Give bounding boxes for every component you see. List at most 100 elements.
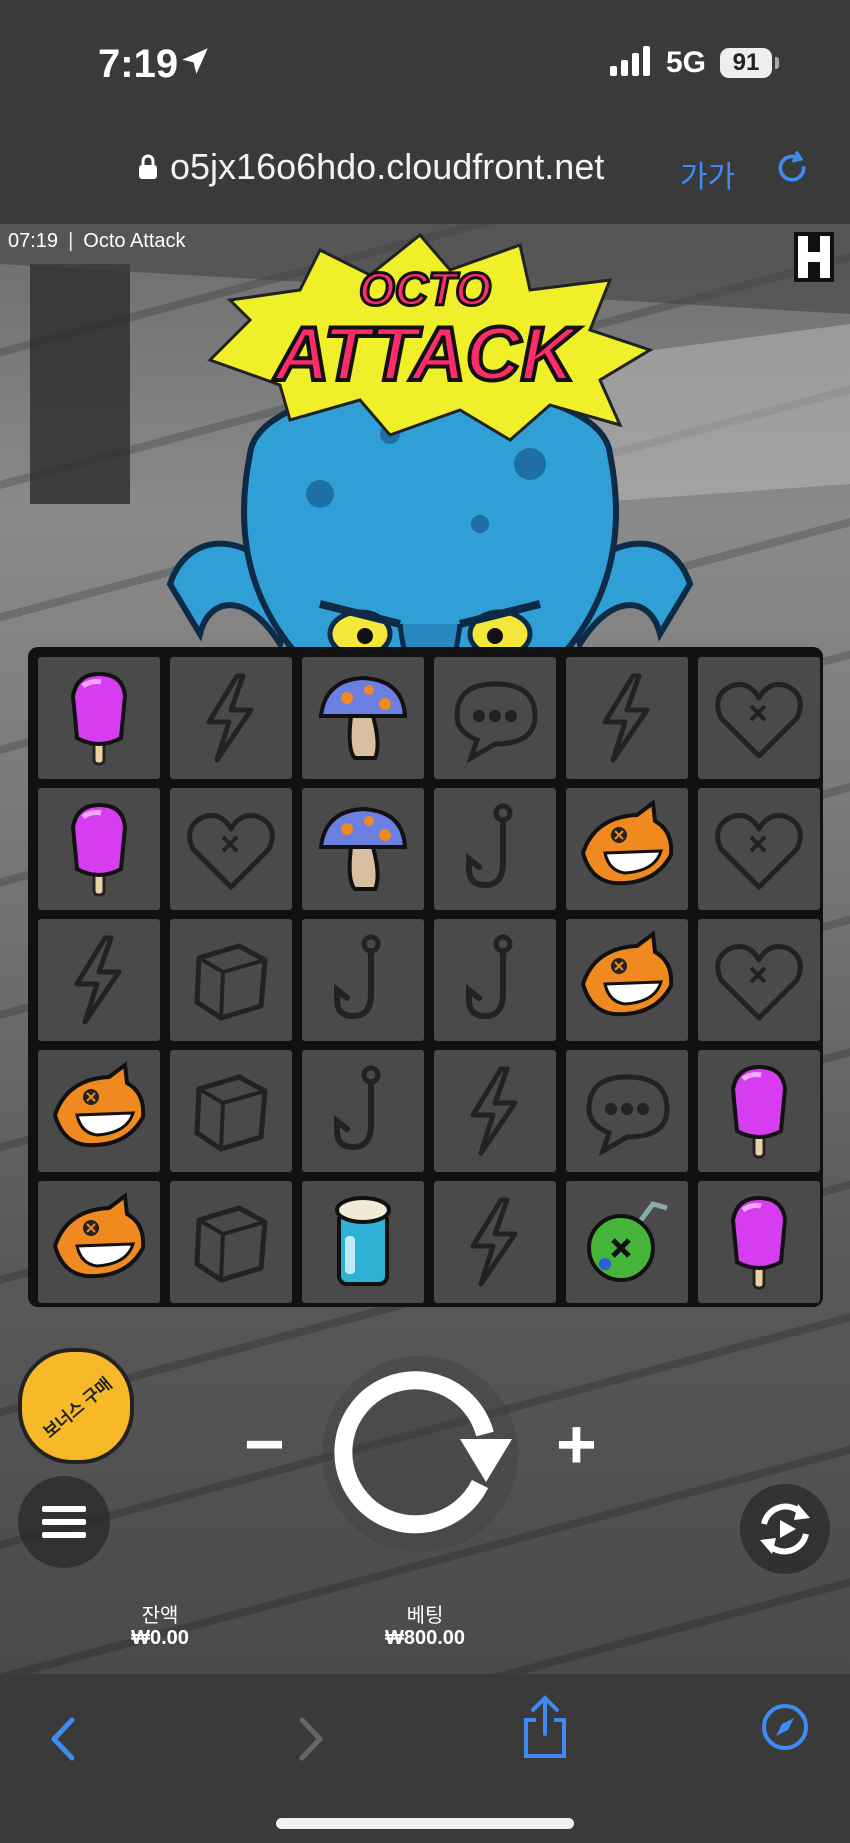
heart-icon [715, 944, 803, 1021]
bonus-buy-button[interactable]: 보너스 구매 [18, 1348, 134, 1464]
lock-icon [139, 154, 157, 179]
url-text[interactable]: o5jx16o6hdo.cloudfront.net [170, 146, 604, 188]
ios-status-bar: 7:19 5G 91 [0, 0, 850, 120]
popsicle-icon [730, 1064, 788, 1159]
network-type: 5G [666, 46, 707, 79]
reel-cell [698, 919, 820, 1041]
mushroom-icon [318, 806, 408, 891]
location-arrow-icon [182, 48, 208, 74]
hamburger-icon [42, 1506, 86, 1538]
reel-cell [434, 1050, 556, 1172]
reel-grid [28, 647, 823, 1307]
reel-cell [566, 657, 688, 779]
status-time: 7:19 [98, 42, 179, 86]
cellular-signal-icon [610, 46, 650, 76]
reel-cell [302, 788, 424, 910]
hud-bar: 07:19 | Octo Attack [8, 230, 186, 252]
home-indicator [276, 1818, 574, 1829]
reel-cell [302, 1181, 424, 1303]
hacksaw-logo-icon [794, 232, 834, 282]
octo-attack-logo: OCTO ATTACK [207, 232, 654, 442]
reel-cell [302, 657, 424, 779]
reel-cell [698, 788, 820, 910]
heart-icon [715, 682, 803, 759]
reel-cell [38, 657, 160, 779]
reel-cell [566, 1050, 688, 1172]
reel-cell [698, 657, 820, 779]
reel-cell [434, 788, 556, 910]
bolt-icon [74, 935, 122, 1025]
popsicle-icon [70, 671, 128, 766]
hook-icon [466, 803, 513, 889]
reel-cell [302, 1050, 424, 1172]
heart-icon [715, 813, 803, 890]
reel-cell [566, 1181, 688, 1303]
reel-cell [170, 657, 292, 779]
bet-value: ₩800.00 [384, 1627, 466, 1649]
reel-cell [170, 788, 292, 910]
autoplay-icon [760, 1503, 810, 1555]
game-canvas: 07:19|Octo Attack OCTO ATTACK 보너스 구매 − [0, 224, 850, 1674]
reel-cell [38, 788, 160, 910]
reel-cell [434, 657, 556, 779]
popsicle-icon [70, 802, 128, 897]
logo-text-octo: OCTO [359, 263, 491, 315]
game-title: Octo Attack [83, 230, 186, 252]
text-size-button[interactable]: 가가 [680, 152, 735, 196]
bolt-icon [470, 1197, 518, 1287]
shark-icon [580, 930, 674, 1017]
logo-text-attack: ATTACK [272, 312, 580, 397]
hook-icon [334, 934, 381, 1020]
reel-cell [38, 919, 160, 1041]
reel-cell [302, 919, 424, 1041]
menu-button[interactable] [18, 1476, 110, 1568]
reel-cell [38, 1181, 160, 1303]
hook-icon [334, 1065, 381, 1151]
cube-icon [194, 943, 268, 1021]
fish-bomb-icon [587, 1201, 668, 1282]
autoplay-button[interactable] [740, 1484, 830, 1574]
reel-cell [434, 919, 556, 1041]
game-clock: 07:19 [8, 230, 59, 252]
speech-icon [454, 681, 538, 764]
reel-cell [566, 919, 688, 1041]
bonus-buy-label: 보너스 구매 [39, 1373, 116, 1442]
browser-url-bar: 완료 o5jx16o6hdo.cloudfront.net 가가 [0, 120, 850, 315]
reel-cell [698, 1050, 820, 1172]
battery-icon [775, 57, 779, 69]
compass-icon[interactable] [760, 1702, 810, 1752]
shark-icon [580, 799, 674, 886]
battery-level: 91 [720, 48, 772, 78]
speech-icon [586, 1074, 670, 1157]
balance-label: 잔액 [141, 1605, 179, 1627]
cube-icon [194, 1205, 268, 1283]
popsicle-icon [730, 1195, 788, 1290]
back-icon[interactable] [44, 1714, 84, 1764]
bolt-icon [602, 673, 650, 763]
cube-icon [194, 1074, 268, 1152]
increase-bet-button[interactable]: + [556, 1404, 597, 1484]
spin-button[interactable] [320, 1354, 520, 1554]
shark-icon [52, 1192, 146, 1279]
mushroom-icon [318, 675, 408, 760]
bet-label: 베팅 [406, 1605, 444, 1627]
browser-toolbar [0, 1674, 850, 1843]
reel-cell [170, 1181, 292, 1303]
hook-icon [466, 934, 513, 1020]
reel-cell [698, 1181, 820, 1303]
forward-icon[interactable] [290, 1714, 330, 1764]
shark-icon [52, 1061, 146, 1148]
reel-cell [38, 1050, 160, 1172]
spin-icon [322, 1356, 518, 1552]
reel-cell [170, 1050, 292, 1172]
balance-value: ₩0.00 [131, 1627, 189, 1649]
heart-icon [187, 813, 275, 890]
reel-cell [434, 1181, 556, 1303]
share-icon[interactable] [520, 1694, 570, 1760]
reel-cell [566, 788, 688, 910]
bolt-icon [206, 673, 254, 763]
can-icon [335, 1196, 391, 1286]
reload-icon[interactable] [772, 148, 812, 188]
bolt-icon [470, 1066, 518, 1156]
decrease-bet-button[interactable]: − [244, 1404, 285, 1484]
